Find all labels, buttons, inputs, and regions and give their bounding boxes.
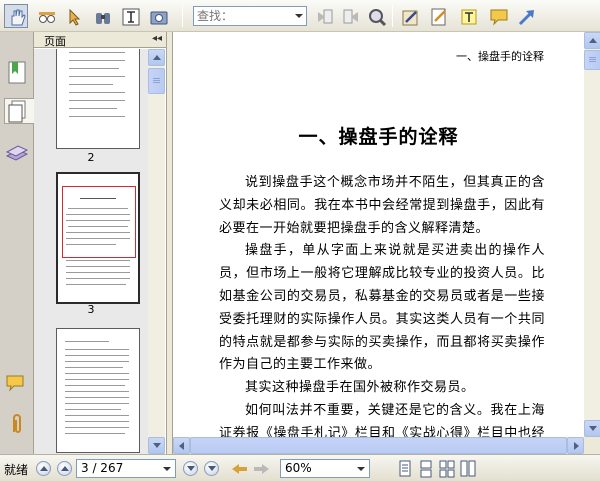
thumbnail-list: 2 3: [34, 49, 148, 454]
find-previous-icon: [318, 9, 333, 24]
next-page-button[interactable]: [183, 461, 198, 476]
go-back-button[interactable]: [232, 462, 248, 475]
horizontal-scroll-thumb[interactable]: [190, 437, 567, 454]
zoom-field[interactable]: 60%: [280, 459, 370, 478]
scroll-thumb[interactable]: [148, 68, 165, 94]
thumbnail-page-2[interactable]: [56, 49, 140, 149]
document-vertical-scrollbar[interactable]: [584, 32, 600, 437]
scroll-left-button[interactable]: [173, 437, 190, 454]
scroll-down-button[interactable]: [584, 420, 600, 437]
continuous-pages-icon: [420, 460, 432, 478]
page-number-value: 3 / 267: [81, 461, 124, 475]
last-page-button[interactable]: [204, 461, 219, 476]
go-forward-button[interactable]: [253, 462, 269, 475]
paperclip-icon: [13, 414, 21, 433]
collapse-panel-button[interactable]: ◂◂: [152, 33, 162, 44]
search-input[interactable]: [194, 7, 290, 25]
search-box[interactable]: [193, 6, 307, 26]
note-tool-button[interactable]: [426, 4, 450, 28]
paragraph: 操盘手，单从字面上来说就是买进卖出的操作人员，但市场上一般将它理解成比较专业的投…: [219, 243, 545, 373]
single-page-icon: [399, 460, 411, 477]
scroll-up-button[interactable]: [584, 32, 600, 49]
page-dropdown-button[interactable]: [160, 460, 175, 477]
thumbnail-label: 2: [87, 151, 95, 164]
note-pencil-icon: [431, 8, 446, 26]
scroll-up-button[interactable]: [148, 49, 165, 66]
pages-tab[interactable]: [4, 98, 34, 124]
thumbnail-label: 3: [87, 303, 95, 316]
first-page-button[interactable]: [36, 461, 51, 476]
pencil-ruler-icon: [402, 10, 418, 26]
document-page: 一、操盘手的诠释 一、操盘手的诠释 说到操盘手这个概念市场并不陌生，但其真正的含…: [173, 32, 584, 437]
pages-panel-title: 页面: [44, 35, 66, 48]
thumbnail-page-3[interactable]: [56, 172, 140, 304]
cursor-arrow-icon: [69, 8, 81, 26]
zoom-value: 60%: [285, 461, 312, 475]
layers-icon: [5, 145, 29, 161]
scrollbar-corner: [584, 437, 600, 454]
find-previous-button[interactable]: [312, 4, 336, 28]
visible-area-indicator[interactable]: [62, 186, 136, 258]
snapshot-tool-button[interactable]: [146, 4, 170, 28]
hand-tool-button[interactable]: [4, 4, 28, 28]
camera-icon: [150, 11, 168, 25]
document-viewer: 一、操盘手的诠释 一、操盘手的诠释 说到操盘手这个概念市场并不陌生，但其真正的含…: [172, 32, 600, 454]
scroll-thumb[interactable]: [584, 50, 600, 70]
facing-pages-icon: [439, 460, 455, 478]
search-dropdown-button[interactable]: [292, 7, 306, 25]
find-next-button[interactable]: [338, 4, 362, 28]
pages-panel: 页面 ◂◂ 2 3: [34, 32, 166, 454]
comment-tool-button[interactable]: [486, 4, 510, 28]
running-head: 一、操盘手的诠释: [456, 50, 544, 63]
scroll-down-button[interactable]: [148, 437, 165, 454]
thumbnail-scrollbar[interactable]: [148, 49, 165, 454]
facing-view-button[interactable]: [439, 460, 455, 478]
comment-list-icon: [6, 375, 24, 392]
hand-icon: [11, 9, 26, 26]
speech-bubble-icon: [490, 9, 508, 26]
previous-page-button[interactable]: [57, 461, 72, 476]
chapter-title: 一、操盘手的诠释: [298, 126, 459, 148]
arrow-annotation-tool-button[interactable]: [514, 4, 538, 28]
bookmark-icon: [8, 61, 26, 84]
continuous-facing-view-button[interactable]: [460, 460, 476, 478]
attachments-tab[interactable]: [5, 412, 29, 438]
glasses-icon: [39, 12, 55, 23]
pages-panel-header: 页面 ◂◂: [34, 32, 166, 48]
scroll-right-button[interactable]: [567, 437, 584, 454]
paragraph: 如何叫法并不重要，关键还是它的含义。我在上海证券报《操盘手札记》栏目和《实战心得…: [219, 402, 545, 437]
find-next-icon: [343, 9, 358, 24]
arrow-tool-button[interactable]: [62, 4, 86, 28]
thumbnail-page-4[interactable]: [56, 328, 140, 453]
diagonal-arrow-icon: [518, 10, 534, 26]
layers-tab[interactable]: [5, 142, 29, 168]
document-horizontal-scrollbar[interactable]: [173, 437, 584, 454]
status-text: 就绪: [4, 463, 29, 477]
select-text-tool-button[interactable]: [34, 4, 58, 28]
status-bar: 就绪 3 / 267 60%: [0, 454, 600, 481]
text-box-icon: [461, 9, 477, 25]
comments-tab[interactable]: [5, 372, 29, 398]
magnifier-icon: [369, 9, 387, 27]
side-tab-strip: [0, 32, 34, 454]
highlight-text-tool-button[interactable]: [456, 4, 480, 28]
search-tool-button[interactable]: [364, 4, 388, 28]
paragraph: 说到操盘手这个概念市场并不陌生，但其真正的含义却未必相同。我在本书中会经常提到操…: [219, 175, 545, 236]
edit-tool-button[interactable]: [398, 4, 422, 28]
paragraph: 其实这种操盘手在国外被称作交易员。: [245, 380, 475, 396]
find-tool-button[interactable]: [90, 4, 114, 28]
zoom-dropdown-button[interactable]: [354, 460, 369, 477]
bookmarks-tab[interactable]: [5, 60, 29, 86]
text-cursor-icon: [122, 8, 140, 26]
text-select-tool-button[interactable]: [118, 4, 142, 28]
page-number-field[interactable]: 3 / 267: [76, 459, 176, 478]
document-body: 说到操盘手这个概念市场并不陌生，但其真正的含义却未必相同。我在本书中会经常提到操…: [219, 172, 545, 437]
continuous-view-button[interactable]: [418, 460, 434, 478]
main-toolbar: [0, 0, 600, 32]
continuous-facing-icon: [460, 460, 476, 477]
single-page-view-button[interactable]: [397, 460, 413, 478]
pages-icon: [8, 100, 26, 123]
binoculars-icon: [96, 13, 110, 24]
